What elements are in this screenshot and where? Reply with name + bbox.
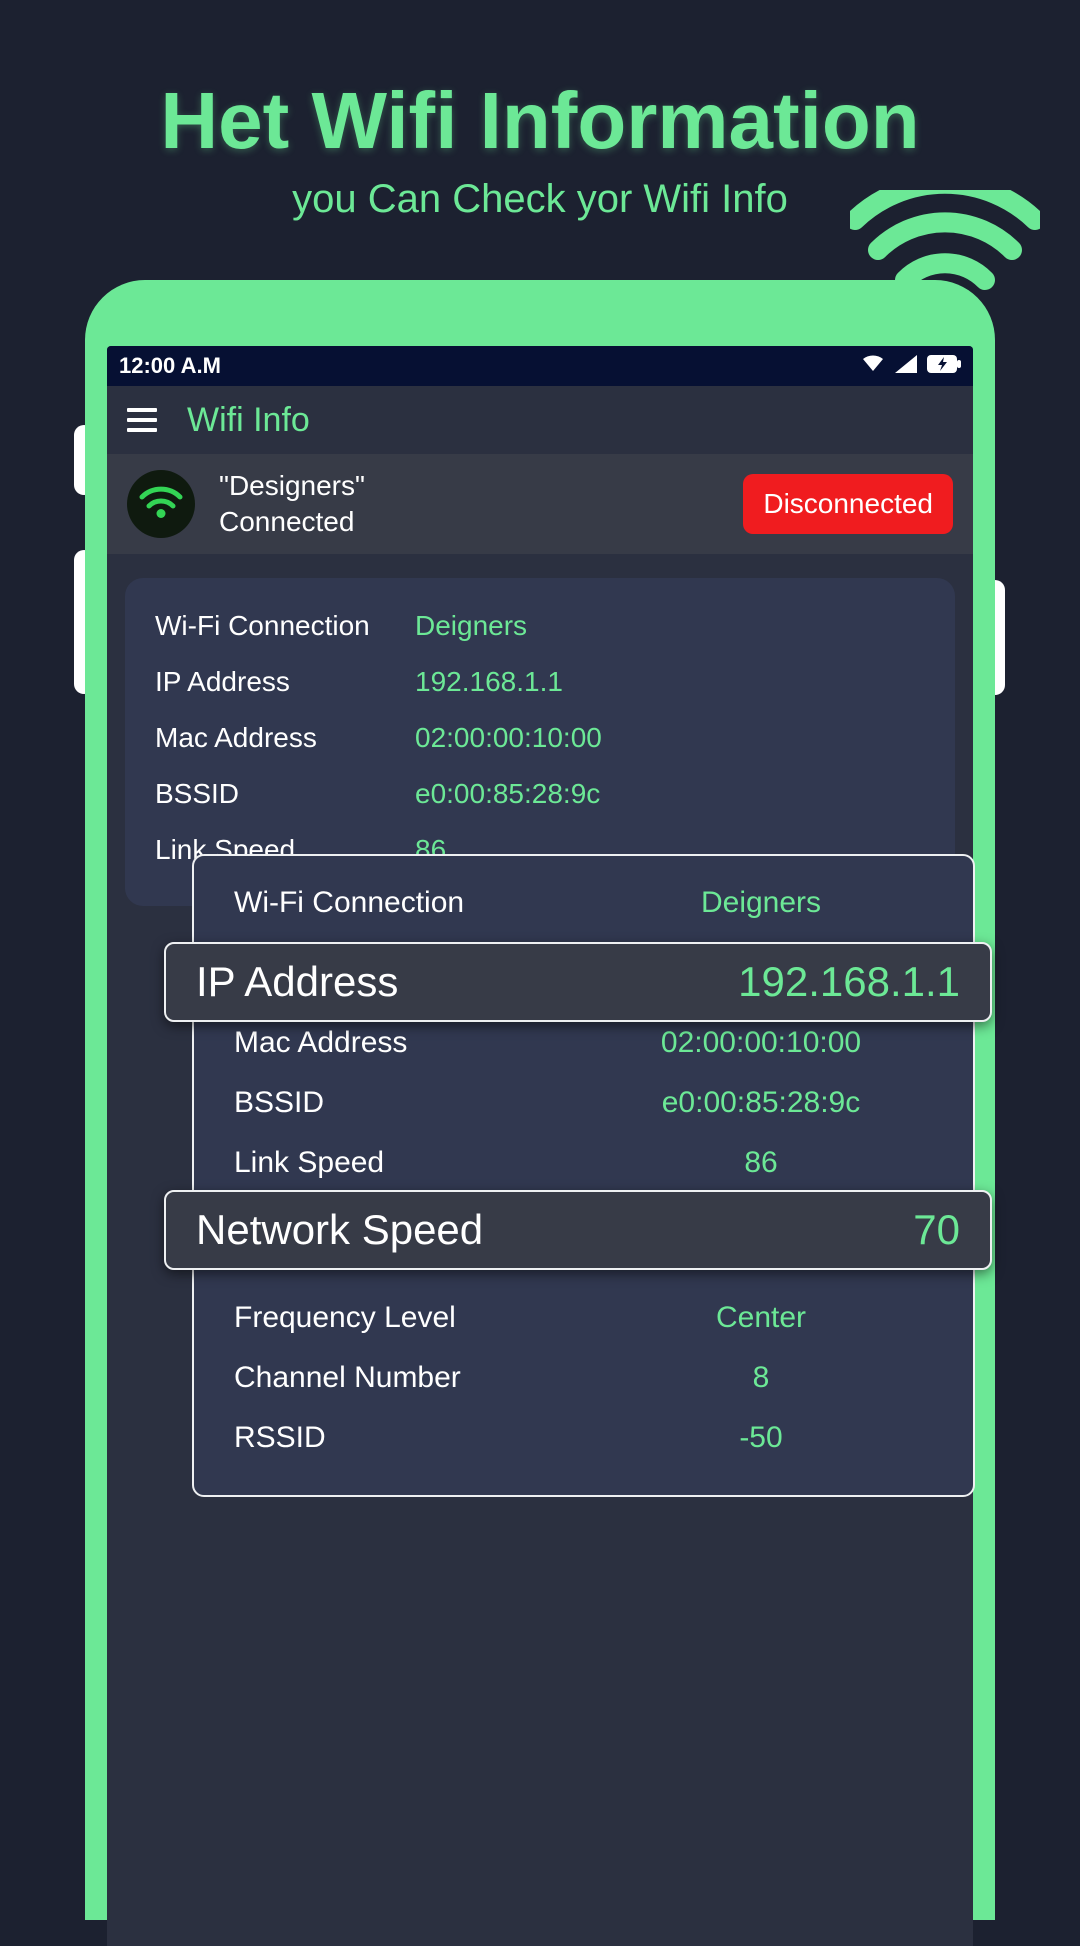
- detail-row: Link Speed 86: [194, 1146, 973, 1180]
- highlight-network-speed: Network Speed 70: [164, 1190, 992, 1270]
- connection-status: Connected: [219, 504, 719, 540]
- detail-value: Deigners: [589, 886, 933, 920]
- info-label: BSSID: [155, 778, 415, 810]
- detail-value: e0:00:85:28:9c: [589, 1086, 933, 1120]
- highlight-label: Network Speed: [196, 1206, 483, 1254]
- connection-card: "Designers" Connected Disconnected: [107, 454, 973, 554]
- detail-row: Mac Address 02:00:00:10:00: [194, 1026, 973, 1060]
- app-bar: Wifi Info: [107, 386, 973, 454]
- info-label: Mac Address: [155, 722, 415, 754]
- info-label: IP Address: [155, 666, 415, 698]
- info-row: Wi-Fi Connection Deigners: [155, 610, 925, 642]
- app-title: Wifi Info: [187, 401, 310, 440]
- info-row: Mac Address 02:00:00:10:00: [155, 722, 925, 754]
- battery-icon: [927, 353, 961, 379]
- detail-value: 8: [589, 1361, 933, 1395]
- info-label: Wi-Fi Connection: [155, 610, 415, 642]
- disconnect-button[interactable]: Disconnected: [743, 474, 953, 534]
- detail-value: -50: [589, 1421, 933, 1455]
- detail-label: Frequency Level: [234, 1301, 589, 1335]
- detail-row: BSSID e0:00:85:28:9c: [194, 1086, 973, 1120]
- detail-label: Mac Address: [234, 1026, 589, 1060]
- detail-label: Channel Number: [234, 1361, 589, 1395]
- connection-ssid: "Designers": [219, 468, 719, 504]
- info-row: BSSID e0:00:85:28:9c: [155, 778, 925, 810]
- wifi-status-icon: [127, 470, 195, 538]
- highlight-value: 192.168.1.1: [738, 958, 960, 1006]
- info-value: 02:00:00:10:00: [415, 722, 602, 754]
- detail-row: Frequency Level Center: [194, 1301, 973, 1335]
- hero-title: Het Wifi Information: [0, 0, 1080, 167]
- info-value: Deigners: [415, 610, 527, 642]
- menu-icon[interactable]: [127, 408, 157, 432]
- detail-value: 86: [589, 1146, 933, 1180]
- cell-signal-icon: [895, 353, 917, 379]
- highlight-label: IP Address: [196, 958, 398, 1006]
- detail-label: Wi-Fi Connection: [234, 886, 589, 920]
- wifi-signal-icon: [861, 353, 885, 379]
- detail-value: Center: [589, 1301, 933, 1335]
- detail-label: BSSID: [234, 1086, 589, 1120]
- status-bar: 12:00 A.M: [107, 346, 973, 386]
- detail-value: 02:00:00:10:00: [589, 1026, 933, 1060]
- info-value: e0:00:85:28:9c: [415, 778, 600, 810]
- info-value: 192.168.1.1: [415, 666, 563, 698]
- detail-row: Wi-Fi Connection Deigners: [194, 886, 973, 920]
- detail-label: RSSID: [234, 1421, 589, 1455]
- detail-row: RSSID -50: [194, 1421, 973, 1455]
- highlight-ip-address: IP Address 192.168.1.1: [164, 942, 992, 1022]
- info-row: IP Address 192.168.1.1: [155, 666, 925, 698]
- detail-row: Channel Number 8: [194, 1361, 973, 1395]
- connection-text: "Designers" Connected: [219, 468, 719, 541]
- status-time: 12:00 A.M: [119, 353, 221, 379]
- detail-label: Link Speed: [234, 1146, 589, 1180]
- highlight-value: 70: [913, 1206, 960, 1254]
